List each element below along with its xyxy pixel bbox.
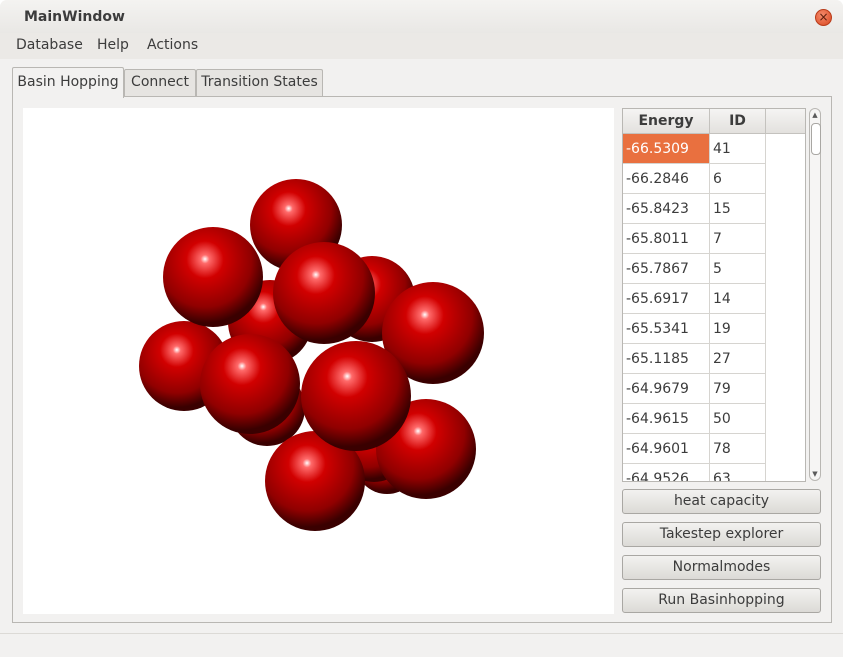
- table-row[interactable]: -64.9601 78: [623, 434, 766, 464]
- energy-cell: -65.8011: [623, 224, 710, 254]
- table-row[interactable]: -65.8011 7: [623, 224, 766, 254]
- table-scrollbar[interactable]: ▲ ▼: [809, 108, 821, 481]
- energy-cell: -65.5341: [623, 314, 710, 344]
- atom-sphere: [301, 341, 411, 451]
- table-row[interactable]: -66.2846 6: [623, 164, 766, 194]
- table-row[interactable]: -65.7867 5: [623, 254, 766, 284]
- id-cell: 15: [710, 194, 766, 224]
- tab-transition-states[interactable]: Transition States: [196, 69, 323, 96]
- table-row[interactable]: -64.9615 50: [623, 404, 766, 434]
- cluster-render: [139, 179, 484, 531]
- heat-capacity-button[interactable]: heat capacity: [622, 489, 821, 514]
- column-header-energy[interactable]: Energy: [623, 109, 710, 133]
- table-row[interactable]: -65.1185 27: [623, 344, 766, 374]
- id-cell: 63: [710, 464, 766, 481]
- id-cell: 6: [710, 164, 766, 194]
- table-row[interactable]: -65.8423 15: [623, 194, 766, 224]
- energy-cell: -66.2846: [623, 164, 710, 194]
- run-basinhopping-button[interactable]: Run Basinhopping: [622, 588, 821, 613]
- column-header-id[interactable]: ID: [710, 109, 766, 133]
- title-bar: MainWindow ×: [0, 0, 843, 33]
- energy-cell: -65.6917: [623, 284, 710, 314]
- status-bar: [0, 633, 843, 657]
- menu-database[interactable]: Database: [16, 37, 83, 53]
- energy-cell: -65.8423: [623, 194, 710, 224]
- id-cell: 79: [710, 374, 766, 404]
- table-row[interactable]: -65.6917 14: [623, 284, 766, 314]
- table-row[interactable]: -64.9526 63: [623, 464, 766, 481]
- energy-cell: -65.1185: [623, 344, 710, 374]
- energy-cell: -66.5309: [623, 134, 710, 164]
- main-window: MainWindow × Database Help Actions Basin…: [0, 0, 843, 657]
- menu-bar: Database Help Actions: [0, 33, 843, 59]
- energy-cell: -65.7867: [623, 254, 710, 284]
- atom-sphere: [273, 242, 375, 344]
- id-cell: 50: [710, 404, 766, 434]
- chevron-down-icon[interactable]: ▼: [810, 469, 820, 479]
- id-cell: 5: [710, 254, 766, 284]
- id-cell: 78: [710, 434, 766, 464]
- table-row[interactable]: -64.9679 79: [623, 374, 766, 404]
- window-title: MainWindow: [24, 9, 125, 25]
- id-cell: 14: [710, 284, 766, 314]
- id-cell: 19: [710, 314, 766, 344]
- energy-cell: -64.9679: [623, 374, 710, 404]
- close-icon[interactable]: ×: [815, 9, 832, 26]
- id-cell: 41: [710, 134, 766, 164]
- tab-connect[interactable]: Connect: [124, 69, 196, 96]
- menu-help[interactable]: Help: [97, 37, 129, 53]
- table-row[interactable]: -65.5341 19: [623, 314, 766, 344]
- atom-sphere: [200, 334, 300, 434]
- chevron-up-icon[interactable]: ▲: [810, 110, 820, 120]
- id-cell: 27: [710, 344, 766, 374]
- energy-cell: -64.9615: [623, 404, 710, 434]
- scrollbar-thumb[interactable]: [811, 123, 821, 155]
- takestep-explorer-button[interactable]: Takestep explorer: [622, 522, 821, 547]
- id-cell: 7: [710, 224, 766, 254]
- atom-sphere: [163, 227, 263, 327]
- energy-cell: -64.9526: [623, 464, 710, 481]
- molecule-viewer[interactable]: [23, 108, 614, 614]
- menu-actions[interactable]: Actions: [147, 37, 198, 53]
- energy-cell: -64.9601: [623, 434, 710, 464]
- tab-basin-hopping[interactable]: Basin Hopping: [12, 67, 124, 98]
- normalmodes-button[interactable]: Normalmodes: [622, 555, 821, 580]
- table-row[interactable]: -66.5309 41: [623, 134, 766, 164]
- minima-table: Energy ID -66.5309 41 -66.2846 6 -65.8423 15-…: [622, 108, 806, 482]
- table-header: Energy ID: [623, 109, 805, 134]
